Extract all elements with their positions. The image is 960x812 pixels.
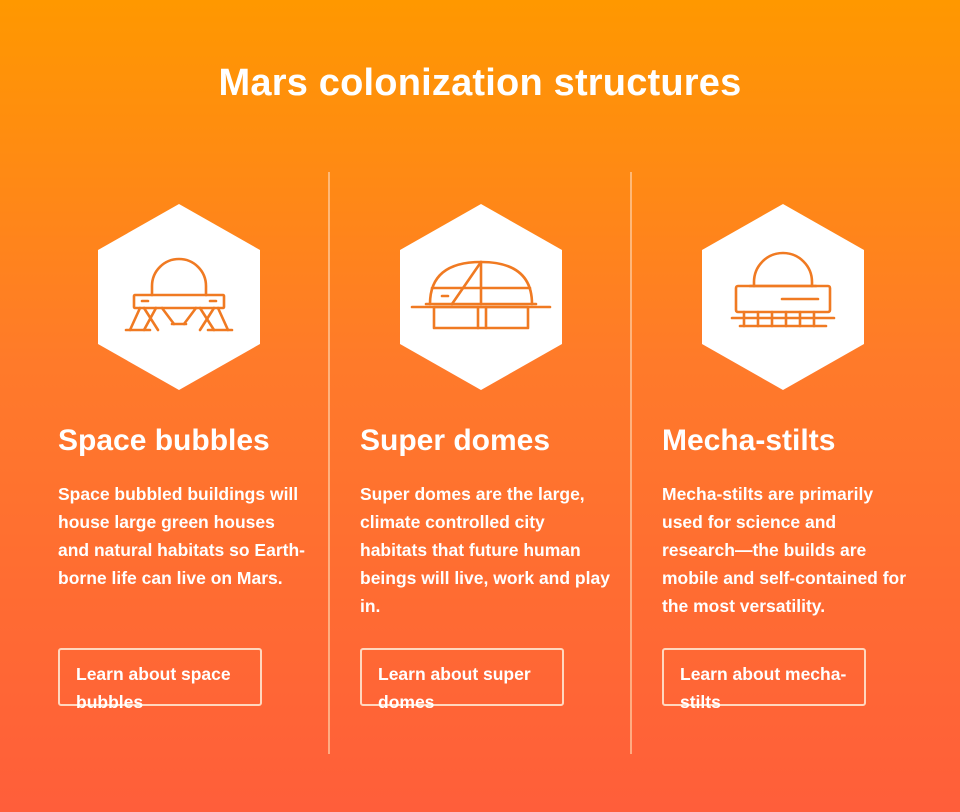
card-mecha-stilts: Mecha-stilts Mecha-stilts are primarily … <box>630 172 932 754</box>
card-description: Space bubbled buildings will house large… <box>58 484 305 588</box>
card-title: Mecha-stilts <box>662 424 836 457</box>
mecha-stilt-icon <box>702 204 864 390</box>
learn-more-space-bubbles-button[interactable]: Learn about space bubbles <box>58 648 262 712</box>
hexagon-badge <box>96 202 262 392</box>
structures-grid: Space bubbles Space bubbled buildings wi… <box>28 172 932 754</box>
hexagon-badge <box>700 202 866 392</box>
space-bubble-icon <box>98 204 260 390</box>
super-dome-icon <box>400 204 562 390</box>
learn-more-mecha-stilts-button[interactable]: Learn about mecha-stilts <box>662 648 866 712</box>
card-description: Super domes are the large, climate contr… <box>360 484 610 616</box>
card-title: Space bubbles <box>58 424 270 457</box>
card-description: Mecha-stilts are primarily used for scie… <box>662 484 907 616</box>
card-title: Super domes <box>360 424 551 457</box>
card-super-domes: Super domes Super domes are the large, c… <box>328 172 630 754</box>
card-space-bubbles: Space bubbles Space bubbled buildings wi… <box>28 172 328 754</box>
learn-more-super-domes-button[interactable]: Learn about super domes <box>360 648 564 712</box>
hexagon-badge <box>398 202 564 392</box>
page-title: Mars colonization structures <box>218 62 742 104</box>
